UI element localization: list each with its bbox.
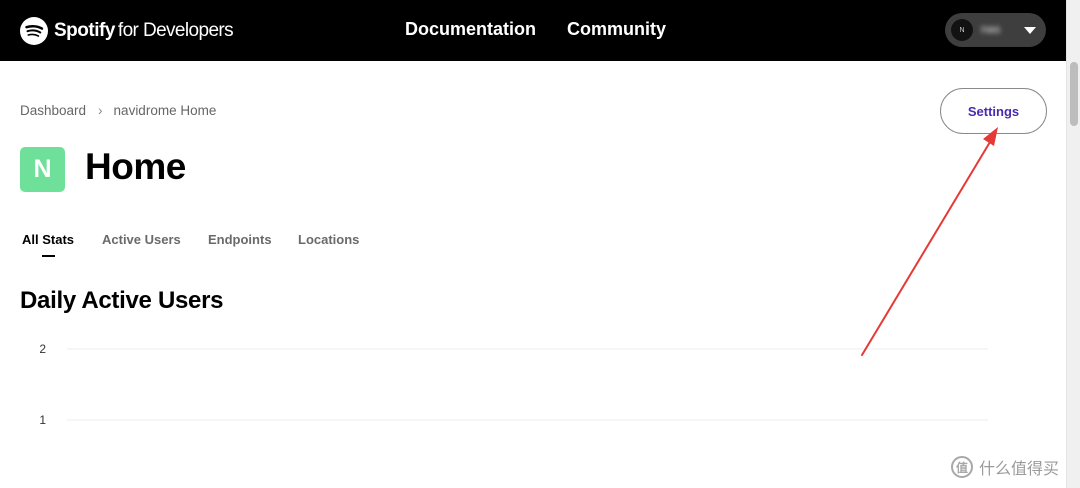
tab-active-users[interactable]: Active Users xyxy=(102,232,181,247)
page-title: Home xyxy=(85,146,186,187)
nav-documentation-link[interactable]: Documentation xyxy=(405,19,536,40)
daily-active-users-chart: 21 xyxy=(39,342,988,427)
logo-brand: Spotify xyxy=(54,20,115,41)
breadcrumb-current-page: navidrome Home xyxy=(113,103,217,118)
breadcrumb-dashboard-link[interactable]: Dashboard xyxy=(20,103,86,118)
logo-text: Spotify for Developers xyxy=(54,20,234,42)
avatar: N xyxy=(951,19,973,41)
chevron-right-icon: › xyxy=(98,103,103,118)
top-navigation-bar: Spotify for Developers Documentation Comm… xyxy=(0,0,1066,61)
watermark: 值 什么值得买 xyxy=(951,455,1059,479)
spotify-icon xyxy=(20,17,48,45)
chart-y-tick-label: 1 xyxy=(39,413,46,427)
watermark-icon: 值 xyxy=(951,456,973,478)
watermark-text: 什么值得买 xyxy=(979,461,1060,478)
annotation-arrow-line xyxy=(861,136,994,356)
chart-y-tick-label: 2 xyxy=(39,342,46,356)
section-title: Daily Active Users xyxy=(20,287,224,314)
user-name: nas xyxy=(981,22,1001,36)
caret-down-icon xyxy=(1024,27,1036,34)
nav-community-link[interactable]: Community xyxy=(567,19,666,40)
spotify-for-developers-logo[interactable]: Spotify for Developers xyxy=(20,16,234,46)
breadcrumb: Dashboard › navidrome Home xyxy=(20,103,216,118)
logo-suffix: for Developers xyxy=(117,20,234,41)
user-menu-button[interactable]: N nas xyxy=(945,13,1046,47)
app-icon: N xyxy=(20,147,65,192)
page-scrollbar[interactable] xyxy=(1066,0,1080,488)
tab-endpoints[interactable]: Endpoints xyxy=(208,232,272,247)
tab-all-stats[interactable]: All Stats xyxy=(22,232,74,247)
tab-locations[interactable]: Locations xyxy=(298,232,359,247)
settings-button[interactable]: Settings xyxy=(940,88,1047,134)
active-tab-indicator xyxy=(42,255,55,257)
app-window: Spotify for Developers Documentation Comm… xyxy=(0,0,1080,488)
scrollbar-thumb[interactable] xyxy=(1070,62,1078,126)
